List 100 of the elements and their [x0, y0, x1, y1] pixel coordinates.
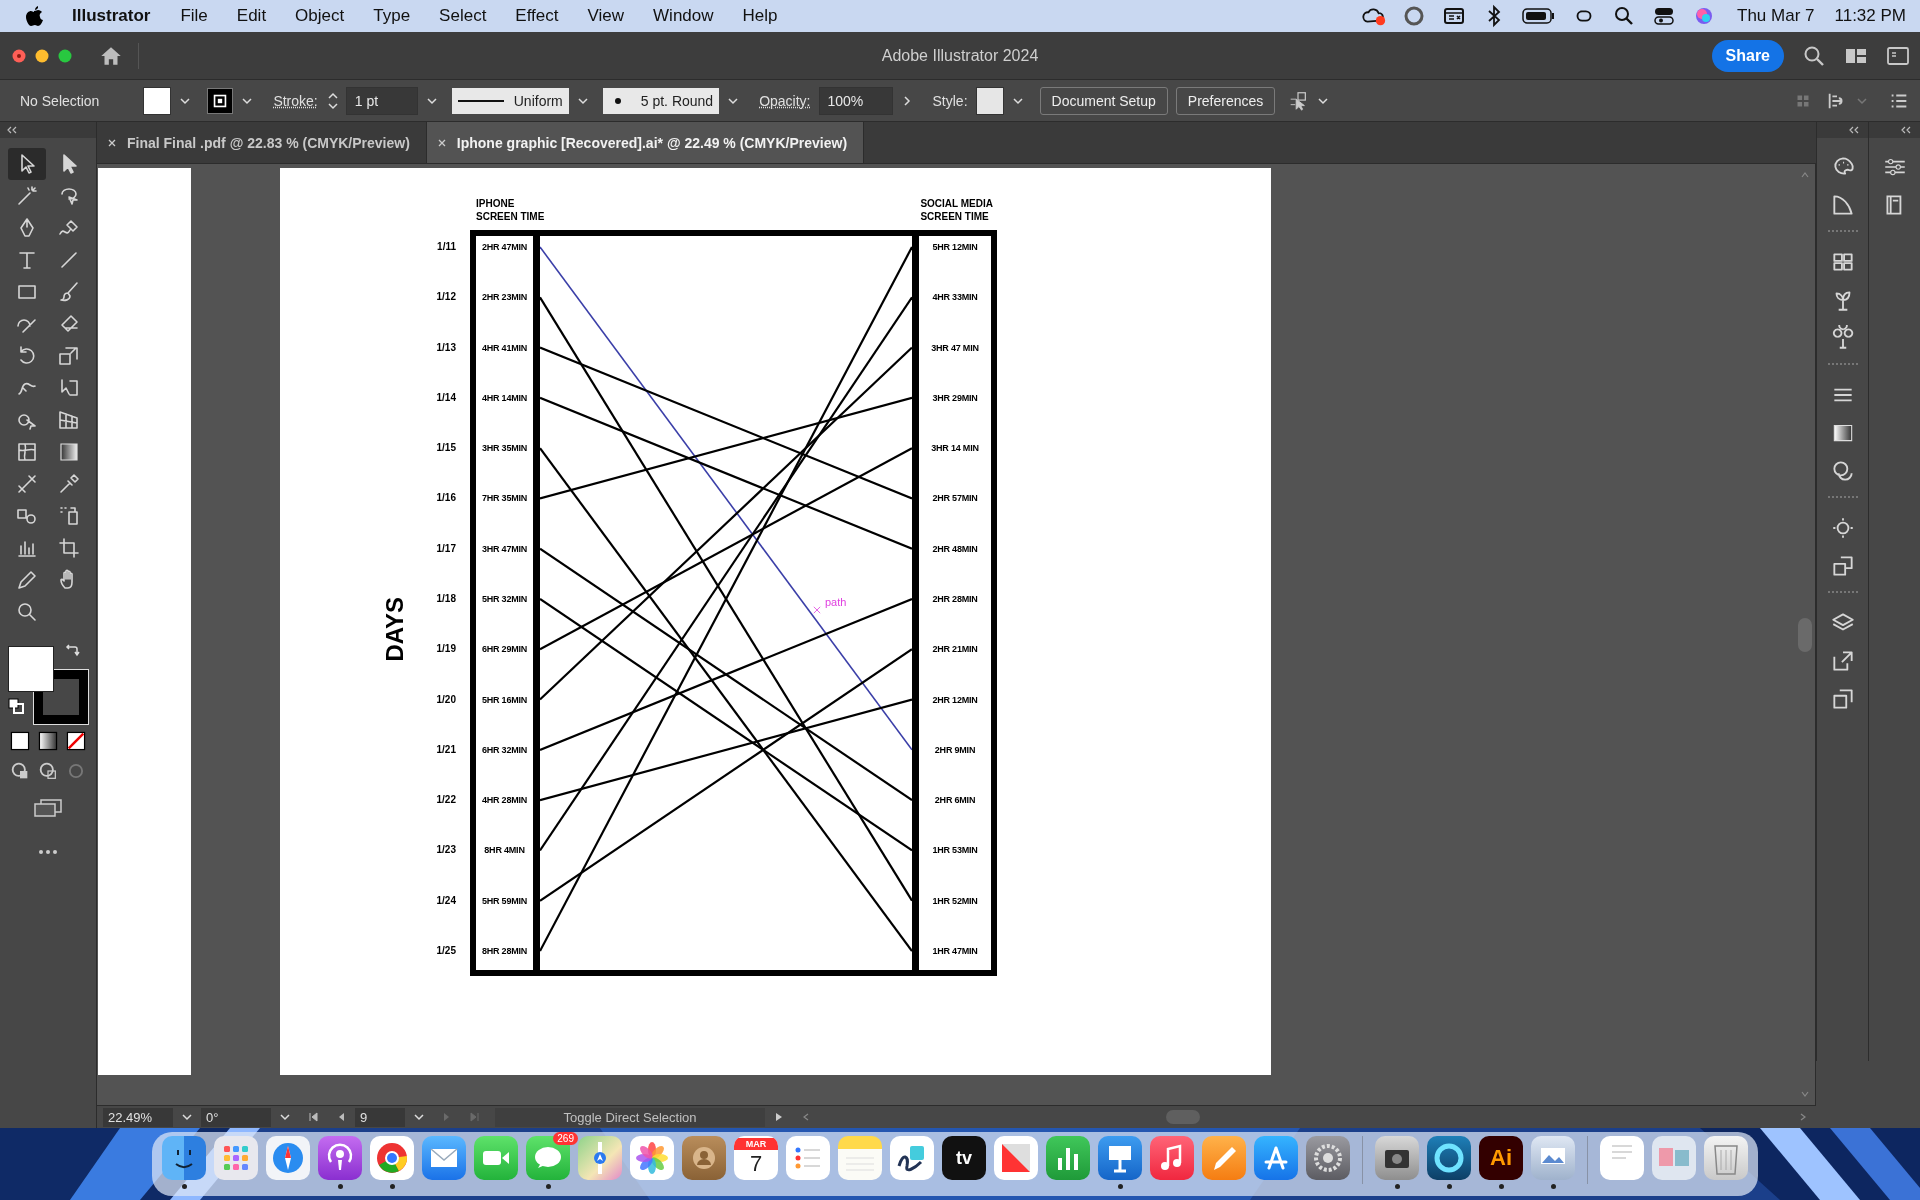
screenshot-app-icon[interactable] — [1375, 1136, 1419, 1180]
close-icon[interactable] — [436, 137, 447, 148]
app-menu[interactable]: Illustrator — [72, 6, 151, 26]
brush-dropdown[interactable]: 5 pt. Round — [602, 87, 720, 114]
iphone-time-label: 5HR 16MIN — [481, 693, 528, 707]
minimize-icon[interactable] — [35, 48, 49, 63]
chevron-left-icon[interactable] — [801, 1112, 811, 1122]
color-mode-icon[interactable] — [9, 730, 31, 752]
column-heading: IPHONE — [476, 197, 516, 210]
iphone-time-label: 5HR 32MIN — [481, 592, 528, 606]
news-app-icon[interactable] — [994, 1136, 1038, 1180]
menu-item[interactable]: View — [587, 6, 625, 26]
opacity-field[interactable]: 100% — [818, 86, 893, 115]
tv-app-icon[interactable]: tv — [942, 1136, 986, 1180]
ring-app-icon[interactable] — [1427, 1136, 1471, 1180]
calendar-app-icon[interactable]: MAR 7 — [734, 1136, 778, 1180]
smart-guide-label: path — [825, 596, 847, 608]
iphone-time-label: 6HR 29MIN — [481, 643, 528, 657]
document-tab[interactable]: Iphone graphic [Recovered].ai* @ 22.49 % (CMYK/Preview) — [426, 122, 865, 163]
social-time-label: 2HR 12MIN — [932, 693, 978, 707]
social-time-label: 3HR 14 MIN — [931, 442, 979, 456]
person-app-icon[interactable] — [682, 1136, 726, 1180]
screen-mode-icon[interactable] — [33, 798, 63, 818]
date-label: 1/14 — [436, 390, 456, 405]
video-camera-app-icon[interactable] — [474, 1136, 518, 1180]
style-swatch[interactable] — [975, 86, 1004, 115]
music-note-app-icon[interactable] — [1150, 1136, 1194, 1180]
default-colors-icon[interactable] — [8, 698, 24, 714]
draw-behind-icon[interactable] — [37, 760, 59, 782]
calendar-month: MAR — [734, 1138, 778, 1150]
pencil-app-icon[interactable] — [1202, 1136, 1246, 1180]
fill-swatch[interactable] — [143, 86, 172, 115]
close-icon[interactable] — [12, 48, 26, 63]
iphone-time-label: 2HR 23MIN — [481, 291, 528, 305]
image-thumbnail-icon[interactable] — [1652, 1136, 1696, 1180]
bar-chart-app-icon[interactable] — [1046, 1136, 1090, 1180]
map-app-icon[interactable] — [578, 1136, 622, 1180]
smiling-face-app-icon[interactable] — [162, 1136, 206, 1180]
stroke-label[interactable]: Stroke: — [273, 92, 318, 109]
date-label: 1/16 — [436, 491, 456, 506]
notification-badge: 269 — [553, 1132, 578, 1145]
apple-logo-icon[interactable] — [24, 4, 44, 28]
date-label: 1/13 — [436, 340, 456, 355]
menu-item[interactable]: Help — [742, 6, 778, 26]
share-button[interactable]: Share — [1711, 39, 1784, 72]
menu-item[interactable]: Window — [653, 6, 714, 26]
icon-label: tv — [956, 1147, 972, 1169]
artboard-number-field[interactable]: 9 — [355, 1107, 405, 1127]
grid-app-icon[interactable] — [214, 1136, 258, 1180]
gradient-mode-icon[interactable] — [37, 730, 59, 752]
caret-icon[interactable] — [181, 1111, 193, 1123]
stroke-profile-dropdown[interactable]: Uniform — [451, 87, 569, 114]
letter-a-app-icon[interactable] — [1254, 1136, 1298, 1180]
caret-icon[interactable] — [413, 1111, 425, 1123]
color-ring-app-icon[interactable] — [370, 1136, 414, 1180]
arrow-pointer-icon[interactable] — [8, 148, 46, 180]
stroke-swatch[interactable] — [207, 87, 234, 114]
compass-app-icon[interactable] — [266, 1136, 310, 1180]
document-tab[interactable]: Final Final .pdf @ 22.83 % (CMYK/Preview) — [97, 122, 427, 163]
toolbar-button[interactable]: Document Setup — [1039, 86, 1168, 115]
stroke-color-swatch[interactable] — [34, 670, 88, 724]
date-label: 1/11 — [437, 240, 456, 254]
caret-icon[interactable] — [279, 1111, 291, 1123]
close-icon[interactable] — [107, 137, 117, 148]
trash-icon[interactable] — [1704, 1136, 1748, 1180]
fill-color-swatch[interactable] — [8, 646, 54, 692]
envelope-app-icon[interactable] — [422, 1136, 466, 1180]
photo-viewer-app-icon[interactable] — [1531, 1136, 1575, 1180]
window-title: Adobe Illustrator 2024 — [881, 46, 1039, 65]
menu-item[interactable]: File — [180, 6, 208, 26]
social-time-label: 5HR 12MIN — [932, 241, 978, 254]
collapse-icon[interactable] — [6, 126, 18, 134]
iphone-time-label: 4HR 14MIN — [481, 391, 528, 405]
swap-arrow-icon[interactable] — [64, 642, 80, 658]
flower-app-icon[interactable] — [630, 1136, 674, 1180]
maximize-icon[interactable] — [58, 48, 72, 63]
opacity-label[interactable]: Opacity: — [759, 92, 811, 109]
collapse-icon[interactable] — [1848, 126, 1860, 134]
none-mode-icon[interactable] — [65, 730, 87, 752]
microphone-app-icon[interactable] — [318, 1136, 362, 1180]
social-time-label: 2HR 9MIN — [934, 743, 976, 757]
first-page-icon[interactable] — [307, 1111, 319, 1123]
more-icon[interactable] — [36, 848, 60, 856]
squiggle-app-icon[interactable] — [890, 1136, 934, 1180]
ai-app-icon[interactable]: Ai — [1479, 1136, 1523, 1180]
iphone-time-label: 6HR 32MIN — [481, 743, 528, 757]
menu-item[interactable]: Edit — [236, 6, 267, 26]
menu-item[interactable]: Effect — [515, 6, 559, 26]
gear-app-icon[interactable] — [1306, 1136, 1350, 1180]
stroke-weight-field[interactable]: 1 pt — [345, 86, 418, 115]
toolbar-button[interactable]: Preferences — [1175, 86, 1276, 115]
menu-item[interactable]: Type — [373, 6, 411, 26]
podium-app-icon[interactable] — [1098, 1136, 1142, 1180]
rotation-field[interactable]: 0° — [201, 1107, 271, 1127]
collapse-icon[interactable] — [1900, 126, 1912, 134]
zoom-field[interactable]: 22.49% — [103, 1107, 173, 1127]
scroll-thumb[interactable] — [1166, 1110, 1200, 1124]
menu-item[interactable]: Select — [439, 6, 487, 26]
menu-item[interactable]: Object — [295, 6, 345, 26]
iphone-time-label: 7HR 35MIN — [481, 492, 528, 506]
